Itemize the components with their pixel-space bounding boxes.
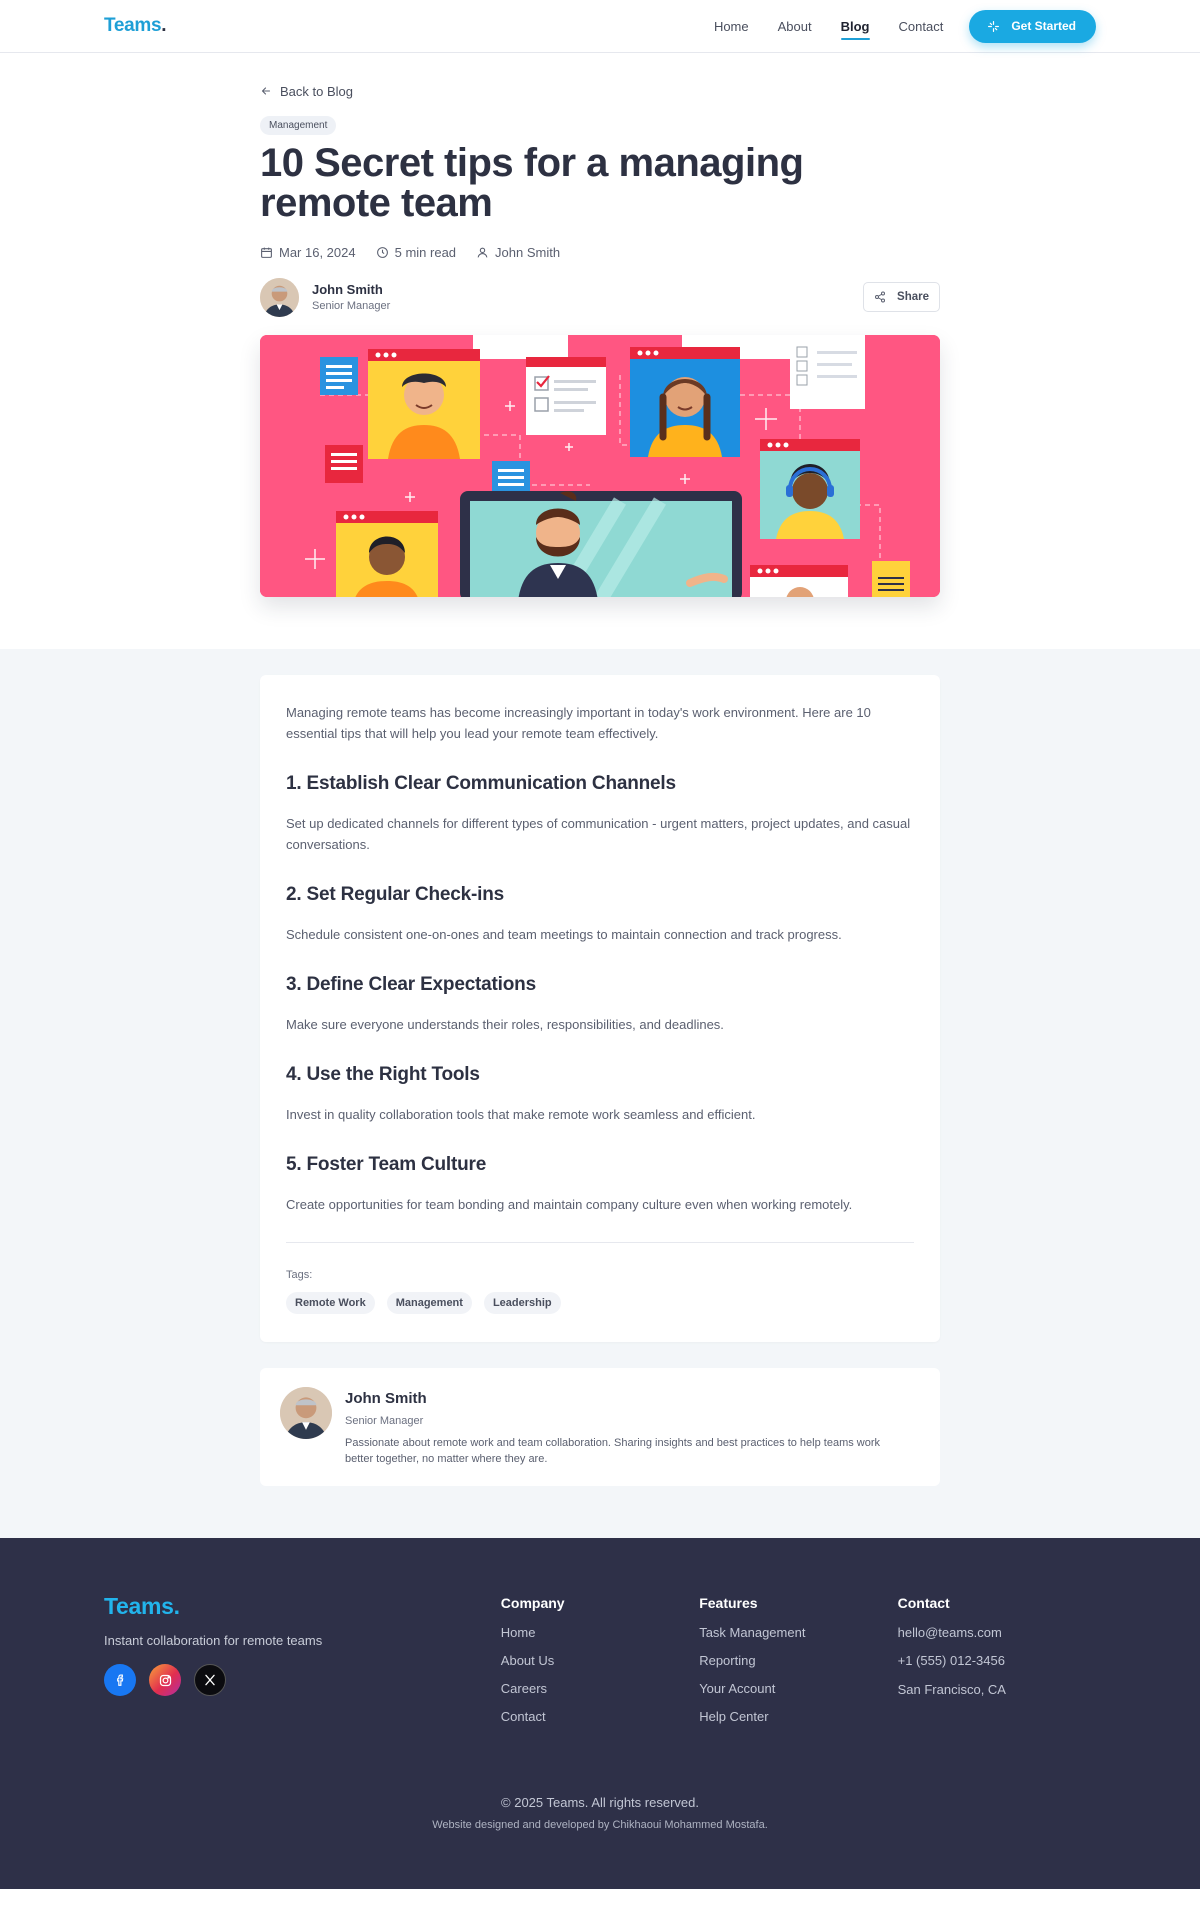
sparkle-icon	[988, 20, 1000, 32]
tag-leadership[interactable]: Leadership	[483, 1292, 561, 1314]
author-bio-card: John Smith Senior Manager Passionate abo…	[260, 1368, 940, 1486]
section-body: Create opportunities for team bonding an…	[286, 1197, 853, 1212]
article-header: Back to Blog Management 10 Secret tips f…	[260, 53, 940, 649]
section-body: Set up dedicated channels for different …	[286, 816, 911, 852]
back-label: Back to Blog	[280, 83, 353, 99]
footer-tagline: Instant collaboration for remote teams	[104, 1633, 323, 1648]
share-label: Share	[897, 291, 929, 303]
bio-avatar	[280, 1387, 332, 1439]
section-body: Invest in quality collaboration tools th…	[286, 1107, 756, 1122]
section-heading: 3. Define Clear Expectations	[286, 974, 536, 995]
user-icon	[477, 247, 488, 258]
tag-management[interactable]: Management	[386, 1292, 472, 1314]
top-navbar: Teams. Home About Blog Contact Get Start…	[0, 0, 1200, 53]
tags-label: Tags:	[286, 1269, 313, 1281]
footer-phone-link[interactable]: +1 (555) 012-3456	[898, 1653, 1096, 1668]
section-heading: 4. Use the Right Tools	[286, 1064, 480, 1085]
author-info: John Smith Senior Manager	[260, 277, 391, 317]
category-badge: Management	[260, 116, 337, 135]
author-name: John Smith	[312, 282, 383, 297]
footer-company-column: Company Home About Us Careers Contact	[501, 1593, 699, 1724]
section-heading: 2. Set Regular Check-ins	[286, 884, 504, 905]
footer-link-help-center[interactable]: Help Center	[699, 1709, 897, 1724]
footer-link-careers[interactable]: Careers	[501, 1681, 699, 1696]
tag-remote-work[interactable]: Remote Work	[286, 1292, 375, 1314]
footer-location: San Francisco, CA	[897, 1682, 1006, 1697]
meta-read-time: 5 min read	[376, 245, 456, 260]
article-body-section: Managing remote teams has become increas…	[0, 649, 1200, 1538]
footer-heading: Contact	[897, 1595, 950, 1611]
bio-role: Senior Manager	[345, 1415, 424, 1427]
nav-link-contact[interactable]: Contact	[899, 13, 944, 40]
bio-name: John Smith	[345, 1390, 427, 1407]
copyright: © 2025 Teams. All rights reserved.	[501, 1795, 699, 1810]
logo-dot: .	[161, 15, 167, 36]
get-started-label: Get Started	[1011, 19, 1076, 33]
article-meta: Mar 16, 2024 5 min read John Smith	[260, 245, 940, 260]
instagram-icon[interactable]	[149, 1664, 181, 1696]
meta-author: John Smith	[476, 245, 560, 260]
get-started-button[interactable]: Get Started	[969, 9, 1096, 43]
footer-link-about-us[interactable]: About Us	[501, 1653, 699, 1668]
nav-link-about[interactable]: About	[778, 13, 812, 40]
footer-link-your-account[interactable]: Your Account	[699, 1681, 897, 1696]
share-button[interactable]: Share	[863, 282, 940, 312]
clock-icon	[376, 247, 388, 258]
author-row: John Smith Senior Manager Share	[260, 277, 940, 317]
logo-text: Teams	[104, 15, 162, 36]
author-role: Senior Manager	[312, 300, 391, 312]
logo[interactable]: Teams.	[104, 15, 167, 37]
hero-illustration	[260, 335, 940, 597]
nav-link-blog[interactable]: Blog	[840, 13, 870, 40]
section-body: Schedule consistent one-on-ones and team…	[286, 927, 842, 942]
article-intro: Managing remote teams has become increas…	[286, 705, 871, 741]
share-icon	[875, 291, 886, 303]
social-links	[104, 1664, 501, 1696]
calendar-icon	[261, 247, 272, 258]
credit: Website designed and developed by Chikha…	[432, 1819, 768, 1831]
footer-heading: Features	[699, 1595, 758, 1611]
footer-contact-column: Contact hello@teams.com +1 (555) 012-345…	[898, 1593, 1096, 1724]
article-title: 10 Secret tips for a managing remote tea…	[260, 141, 804, 225]
section-heading: 5. Foster Team Culture	[286, 1154, 487, 1175]
divider	[286, 1242, 914, 1243]
read-time-text: 5 min read	[394, 245, 457, 260]
article-card: Managing remote teams has become increas…	[260, 675, 940, 1342]
footer-heading: Company	[500, 1595, 565, 1611]
footer-link-reporting[interactable]: Reporting	[699, 1653, 897, 1668]
footer-logo[interactable]: Teams.	[104, 1593, 501, 1620]
meta-date: Mar 16, 2024	[260, 245, 356, 260]
date-text: Mar 16, 2024	[279, 245, 356, 260]
footer-link-task-management[interactable]: Task Management	[699, 1625, 897, 1640]
footer-link-contact[interactable]: Contact	[501, 1709, 699, 1724]
facebook-icon[interactable]	[104, 1664, 136, 1696]
footer-email-link[interactable]: hello@teams.com	[898, 1625, 1096, 1640]
section-body: Make sure everyone understands their rol…	[286, 1017, 724, 1032]
back-to-blog-link[interactable]: Back to Blog	[260, 82, 940, 100]
meta-author-text: John Smith	[495, 245, 561, 260]
arrow-left-icon	[261, 87, 271, 95]
avatar	[260, 277, 299, 317]
section-heading: 1. Establish Clear Communication Channel…	[286, 773, 676, 794]
tag-list: Remote Work Management Leadership	[286, 1292, 914, 1314]
bio-description: Passionate about remote work and team co…	[345, 1437, 881, 1465]
footer-link-home[interactable]: Home	[501, 1625, 699, 1640]
nav-link-home[interactable]: Home	[714, 13, 749, 40]
nav-links: Home About Blog Contact Get Started	[685, 9, 1096, 43]
x-icon[interactable]	[194, 1664, 226, 1696]
footer: Teams. Instant collaboration for remote …	[0, 1538, 1200, 1889]
footer-features-column: Features Task Management Reporting Your …	[699, 1593, 897, 1724]
